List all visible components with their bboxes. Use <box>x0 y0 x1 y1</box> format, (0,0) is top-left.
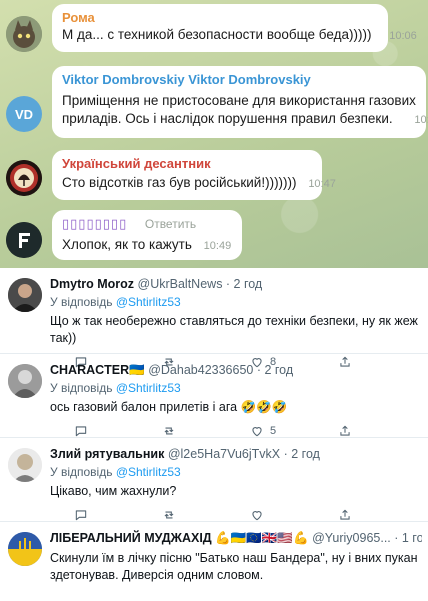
message-time: 10:47 <box>308 178 336 190</box>
message-text: Сто відсотків газ був російський!))))))) <box>62 175 297 190</box>
tweet-text-line: Скинули їм в лічку пісню "Батько наш Бан… <box>50 551 418 565</box>
tweet[interactable]: ЛІБЕРАЛЬНИЙ МУДЖАХІД 💪🇺🇦🇪🇺🇬🇧🇺🇸💪 @Yuriy09… <box>0 522 428 601</box>
reply-button[interactable] <box>74 508 88 522</box>
like-button[interactable]: 5 <box>250 424 276 438</box>
message-row: приладів. Ось і наслідок порушення прави… <box>62 110 428 129</box>
sender-name[interactable]: Український десантник <box>62 156 312 172</box>
cat-avatar-icon <box>6 16 42 52</box>
heart-icon <box>252 511 262 521</box>
user-photo-icon <box>8 448 42 482</box>
comment-icon <box>75 510 87 521</box>
mention-link[interactable]: @Shtirlitz53 <box>116 295 181 309</box>
share-button[interactable] <box>338 508 352 522</box>
handle-and-time[interactable]: @Dahab42336650 · 2 год <box>148 363 293 377</box>
like-button[interactable] <box>250 508 264 522</box>
reply-prefix: У відповідь <box>50 295 113 309</box>
message-bubble: Український десантник Сто відсотків газ … <box>52 150 336 200</box>
tweet[interactable]: Dmytro Moroz @UkrBaltNews · 2 год У відп… <box>0 268 428 368</box>
message-text-line: Приміщення не пристосоване для використа… <box>62 93 416 108</box>
message-time: 10:06 <box>389 30 417 42</box>
tweet-text: ось газовий балон прилетів і ага 🤣🤣🤣 <box>50 400 288 414</box>
tweet-header: Злий рятувальник @l2e5Ha7Vu6jTvkX · 2 го… <box>50 446 422 462</box>
tweet-header: ЛІБЕРАЛЬНИЙ МУДЖАХІД 💪🇺🇦🇪🇺🇬🇧🇺🇸💪 @Yuriy09… <box>50 530 422 546</box>
tweet[interactable]: Злий рятувальник @l2e5Ha7Vu6jTvkX · 2 го… <box>0 438 428 522</box>
message-text: Хлопок, як то кажуть <box>62 237 192 252</box>
f-logo-icon <box>6 222 42 258</box>
handle-and-time[interactable]: @l2e5Ha7Vu6jTvkX · 2 год <box>168 447 320 461</box>
display-name[interactable]: Злий рятувальник <box>50 447 164 461</box>
user-photo-icon <box>8 364 42 398</box>
handle-and-time[interactable]: @UkrBaltNews · 2 год <box>138 277 263 291</box>
avatar[interactable] <box>6 16 42 52</box>
avatar[interactable] <box>8 448 42 482</box>
trident-flag-icon <box>8 532 42 566</box>
share-icon <box>340 425 350 436</box>
twitter-replies: Dmytro Moroz @UkrBaltNews · 2 год У відп… <box>0 268 428 601</box>
comment-icon <box>75 426 87 437</box>
message-row: М да... с техникой безопасности вообще б… <box>62 26 417 45</box>
avatar[interactable] <box>8 278 42 312</box>
display-name[interactable]: CHARACTER🇺🇦 <box>50 363 145 377</box>
retweet-button[interactable] <box>162 508 176 522</box>
reply-link[interactable]: Ответить <box>145 217 196 231</box>
display-name[interactable]: Dmytro Moroz <box>50 277 134 291</box>
mention-link[interactable]: @Shtirlitz53 <box>116 381 181 395</box>
mention-link[interactable]: @Shtirlitz53 <box>116 465 181 479</box>
reply-prefix: У відповідь <box>50 465 113 479</box>
paratrooper-emblem-icon <box>6 160 42 196</box>
avatar[interactable] <box>6 160 42 196</box>
message-text-line: приладів. Ось і наслідок порушення прави… <box>62 111 393 126</box>
reply-context: У відповідь @Shtirlitz53 <box>50 294 422 310</box>
tweet-text-line: здетонував. Диверсія одним словом. <box>50 568 264 582</box>
sender-name[interactable]: Viktor Dombrovskiy Viktor Dombrovskiy <box>62 72 416 88</box>
retweet-icon <box>164 511 174 519</box>
tweet-text: Цікаво, чим жахнули? <box>50 484 177 498</box>
reply-prefix: У відповідь <box>50 381 113 395</box>
user-photo-icon <box>8 278 42 312</box>
tg-message[interactable]: VD Viktor Dombrovskiy Viktor Dombrovskiy… <box>6 66 428 138</box>
reply-context: У відповідь @Shtirlitz53 <box>50 380 422 396</box>
reply-button[interactable] <box>74 424 88 438</box>
like-count: 5 <box>270 425 277 437</box>
avatar[interactable] <box>8 364 42 398</box>
message-bubble: Рома М да... с техникой безопасности воо… <box>52 4 417 52</box>
avatar[interactable] <box>6 222 42 258</box>
tweet-text: Що ж так необережно ставляться до технік… <box>50 314 418 345</box>
sender-name[interactable]: ▯▯▯▯▯▯▯▯ <box>62 216 127 231</box>
message-time: 10:16 <box>414 114 428 126</box>
message-row: Хлопок, як то кажуть 10:49 <box>62 236 232 255</box>
tweet[interactable]: CHARACTER🇺🇦 @Dahab42336650 · 2 год У від… <box>0 354 428 438</box>
tweet-header: Dmytro Moroz @UkrBaltNews · 2 год <box>50 276 422 292</box>
handle-and-time[interactable]: @Yuriy0965... · 1 год <box>312 531 422 545</box>
reply-context: У відповідь @Shtirlitz53 <box>50 464 422 480</box>
message-row: Сто відсотків газ був російський!)))))))… <box>62 174 336 193</box>
heart-icon <box>252 427 262 437</box>
retweet-icon <box>164 427 174 435</box>
message-time: 10:49 <box>203 240 232 252</box>
tg-message[interactable]: Український десантник Сто відсотків газ … <box>6 150 336 200</box>
tg-message[interactable]: ▯▯▯▯▯▯▯▯ Ответить Хлопок, як то кажуть 1… <box>6 210 242 260</box>
sender-row: ▯▯▯▯▯▯▯▯ Ответить <box>62 216 232 232</box>
avatar-initials: VD <box>14 106 34 122</box>
telegram-chat: Рома М да... с техникой безопасности воо… <box>0 0 428 268</box>
sender-name[interactable]: Рома <box>62 10 378 26</box>
avatar[interactable] <box>8 532 42 566</box>
message-bubble: Viktor Dombrovskiy Viktor Dombrovskiy Пр… <box>52 66 428 138</box>
message-text: М да... с техникой безопасности вообще б… <box>62 27 372 42</box>
avatar[interactable]: VD <box>6 96 42 132</box>
share-button[interactable] <box>338 424 352 438</box>
message-bubble: ▯▯▯▯▯▯▯▯ Ответить Хлопок, як то кажуть 1… <box>52 210 242 260</box>
tweet-header: CHARACTER🇺🇦 @Dahab42336650 · 2 год <box>50 362 422 378</box>
share-icon <box>340 509 350 520</box>
retweet-button[interactable] <box>162 424 176 438</box>
tg-message[interactable]: Рома М да... с техникой безопасности воо… <box>6 4 417 52</box>
display-name[interactable]: ЛІБЕРАЛЬНИЙ МУДЖАХІД 💪🇺🇦🇪🇺🇬🇧🇺🇸💪 <box>50 531 309 545</box>
